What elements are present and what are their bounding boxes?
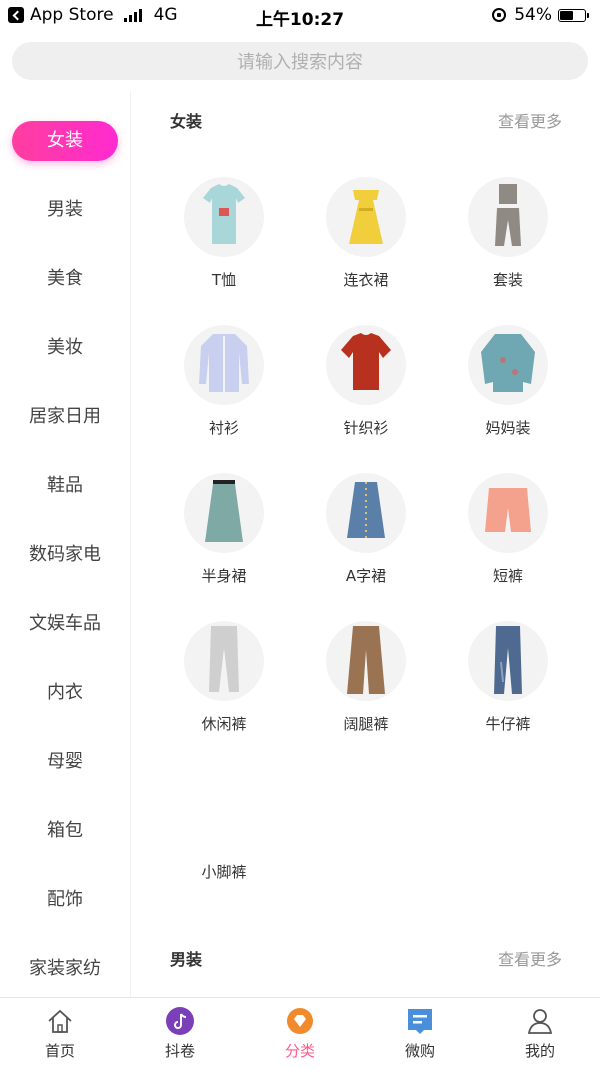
category-image: [184, 325, 264, 405]
category-label: T恤: [211, 271, 237, 289]
category-label: 针织衫: [343, 419, 389, 437]
category-item[interactable]: 阔腿裤: [306, 621, 426, 734]
category-label: 套装: [492, 271, 523, 289]
sidebar-item[interactable]: 美食: [0, 259, 130, 299]
search-placeholder: 请输入搜索内容: [237, 52, 363, 73]
battery-percent: 54%: [514, 5, 552, 25]
profile-icon: [525, 1006, 555, 1036]
section-title-women: 女装: [170, 112, 203, 131]
dress-icon: [331, 178, 401, 256]
category-label: 短裤: [492, 567, 523, 585]
category-item[interactable]: 妈妈装: [448, 325, 568, 438]
category-item[interactable]: 针织衫: [306, 325, 426, 438]
category-image: [468, 177, 548, 257]
sidebar-item[interactable]: 配饰: [0, 880, 130, 920]
battery-icon: [558, 8, 589, 22]
category-image: [326, 473, 406, 553]
category-item[interactable]: 休闲裤: [164, 621, 284, 734]
category-image: [184, 621, 264, 701]
category-item[interactable]: 小脚裤: [164, 769, 284, 882]
category-label: A字裙: [345, 567, 387, 585]
category-item[interactable]: 短裤: [448, 473, 568, 586]
tab-douyin[interactable]: 抖卷: [120, 1006, 240, 1061]
category-label: 牛仔裤: [485, 715, 531, 733]
category-label: 小脚裤: [201, 863, 247, 881]
status-right: 54%: [492, 5, 589, 25]
status-bar: App Store 4G 上午10:27 54%: [0, 0, 600, 32]
tab-profile[interactable]: 我的: [480, 1006, 600, 1061]
category-label: 阔腿裤: [343, 715, 389, 733]
category-image: [184, 473, 264, 553]
category-label: 半身裙: [201, 567, 247, 585]
wide-pants-icon: [331, 622, 401, 700]
douyin-icon: [165, 1006, 195, 1036]
see-more-women[interactable]: 查看更多: [498, 108, 562, 132]
section-title-men: 男装: [170, 950, 203, 969]
sidebar-item[interactable]: 美妆: [0, 328, 130, 368]
tab-label: 分类: [284, 1042, 315, 1060]
mom-top-icon: [473, 326, 543, 404]
sidebar-item[interactable]: 母婴: [0, 742, 130, 782]
category-image: [326, 177, 406, 257]
weigou-icon: [405, 1006, 435, 1036]
sidebar-item[interactable]: 箱包: [0, 811, 130, 851]
category-image: [326, 621, 406, 701]
rotation-lock-icon: [492, 8, 507, 22]
category-item[interactable]: 牛仔裤: [448, 621, 568, 734]
sidebar-item[interactable]: 家装家纺: [0, 949, 130, 989]
search-input[interactable]: 请输入搜索内容: [12, 42, 588, 80]
sidebar-item[interactable]: 数码家电: [0, 535, 130, 575]
category-label: 连衣裙: [343, 271, 389, 289]
shorts-icon: [473, 474, 543, 552]
category-icon: [285, 1006, 315, 1036]
category-image: [184, 769, 264, 849]
category-image: [184, 177, 264, 257]
bottom-tab-bar: 首页 抖卷 分类 微购 我的: [0, 997, 600, 1068]
category-image: [468, 473, 548, 553]
skirt-icon: [189, 474, 259, 552]
sidebar-item[interactable]: 女装: [12, 121, 118, 161]
shirt-icon: [189, 326, 259, 404]
tshirt-icon: [189, 178, 259, 256]
category-image: [326, 325, 406, 405]
sidebar-item[interactable]: 内衣: [0, 673, 130, 713]
home-icon: [45, 1006, 75, 1036]
tab-label: 微购: [404, 1042, 435, 1060]
tab-home[interactable]: 首页: [0, 1006, 120, 1061]
see-more-men[interactable]: 查看更多: [498, 946, 562, 970]
tab-weigou[interactable]: 微购: [360, 1006, 480, 1061]
category-label: 妈妈装: [485, 419, 531, 437]
category-sidebar: 女装男装美食美妆居家日用鞋品数码家电文娱车品内衣母婴箱包配饰家装家纺: [0, 92, 131, 997]
category-item[interactable]: 套装: [448, 177, 568, 290]
category-item[interactable]: 半身裙: [164, 473, 284, 586]
category-image: [468, 621, 548, 701]
category-label: 衬衫: [208, 419, 239, 437]
sidebar-item[interactable]: 男装: [0, 190, 130, 230]
category-image: [468, 325, 548, 405]
tab-category[interactable]: 分类: [240, 1006, 360, 1061]
sidebar-item[interactable]: 文娱车品: [0, 604, 130, 644]
knit-sweater-icon: [331, 326, 401, 404]
a-line-skirt-icon: [331, 474, 401, 552]
category-item[interactable]: 衬衫: [164, 325, 284, 438]
category-label: 休闲裤: [201, 715, 247, 733]
sidebar-item[interactable]: 鞋品: [0, 466, 130, 506]
tab-label: 抖卷: [164, 1042, 195, 1060]
category-item[interactable]: T恤: [164, 177, 284, 290]
category-item[interactable]: A字裙: [306, 473, 426, 586]
tab-label: 首页: [44, 1042, 75, 1060]
sidebar-item[interactable]: 居家日用: [0, 397, 130, 437]
suit-set-icon: [473, 178, 543, 256]
tab-label: 我的: [524, 1042, 555, 1060]
category-item[interactable]: 连衣裙: [306, 177, 426, 290]
casual-pants-icon: [189, 622, 259, 700]
jeans-icon: [473, 622, 543, 700]
